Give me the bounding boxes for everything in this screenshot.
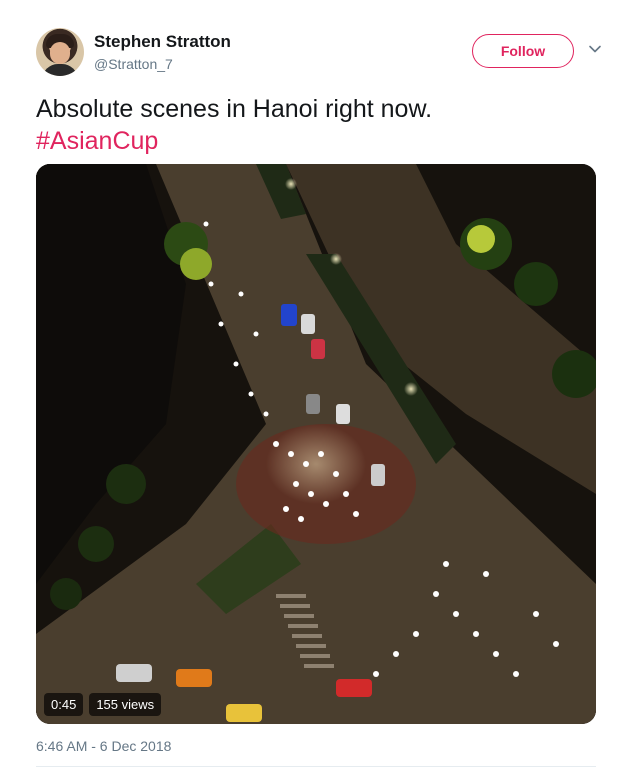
avatar-shirt — [42, 64, 78, 76]
chevron-down-icon[interactable] — [588, 42, 602, 56]
tweet-body: Absolute scenes in Hanoi right now. — [36, 95, 433, 123]
avatar[interactable] — [36, 28, 84, 76]
divider — [36, 766, 596, 767]
tweet-timestamp[interactable]: 6:46 AM - 6 Dec 2018 — [36, 738, 171, 754]
tweet-header: Stephen Stratton @Stratton_7 Follow — [36, 28, 608, 80]
video-player[interactable]: 0:45 155 views — [36, 164, 596, 724]
avatar-face — [50, 42, 70, 64]
video-overlay: 0:45 155 views — [44, 693, 162, 716]
video-duration: 0:45 — [44, 693, 84, 716]
tweet-text: Absolute scenes in Hanoi right now. #Asi… — [36, 93, 432, 157]
user-handle[interactable]: @Stratton_7 — [94, 56, 173, 72]
video-frame — [36, 164, 596, 724]
hashtag-link[interactable]: #AsianCup — [36, 125, 432, 157]
video-views: 155 views — [89, 693, 162, 716]
follow-button[interactable]: Follow — [472, 34, 574, 68]
display-name[interactable]: Stephen Stratton — [94, 32, 231, 52]
